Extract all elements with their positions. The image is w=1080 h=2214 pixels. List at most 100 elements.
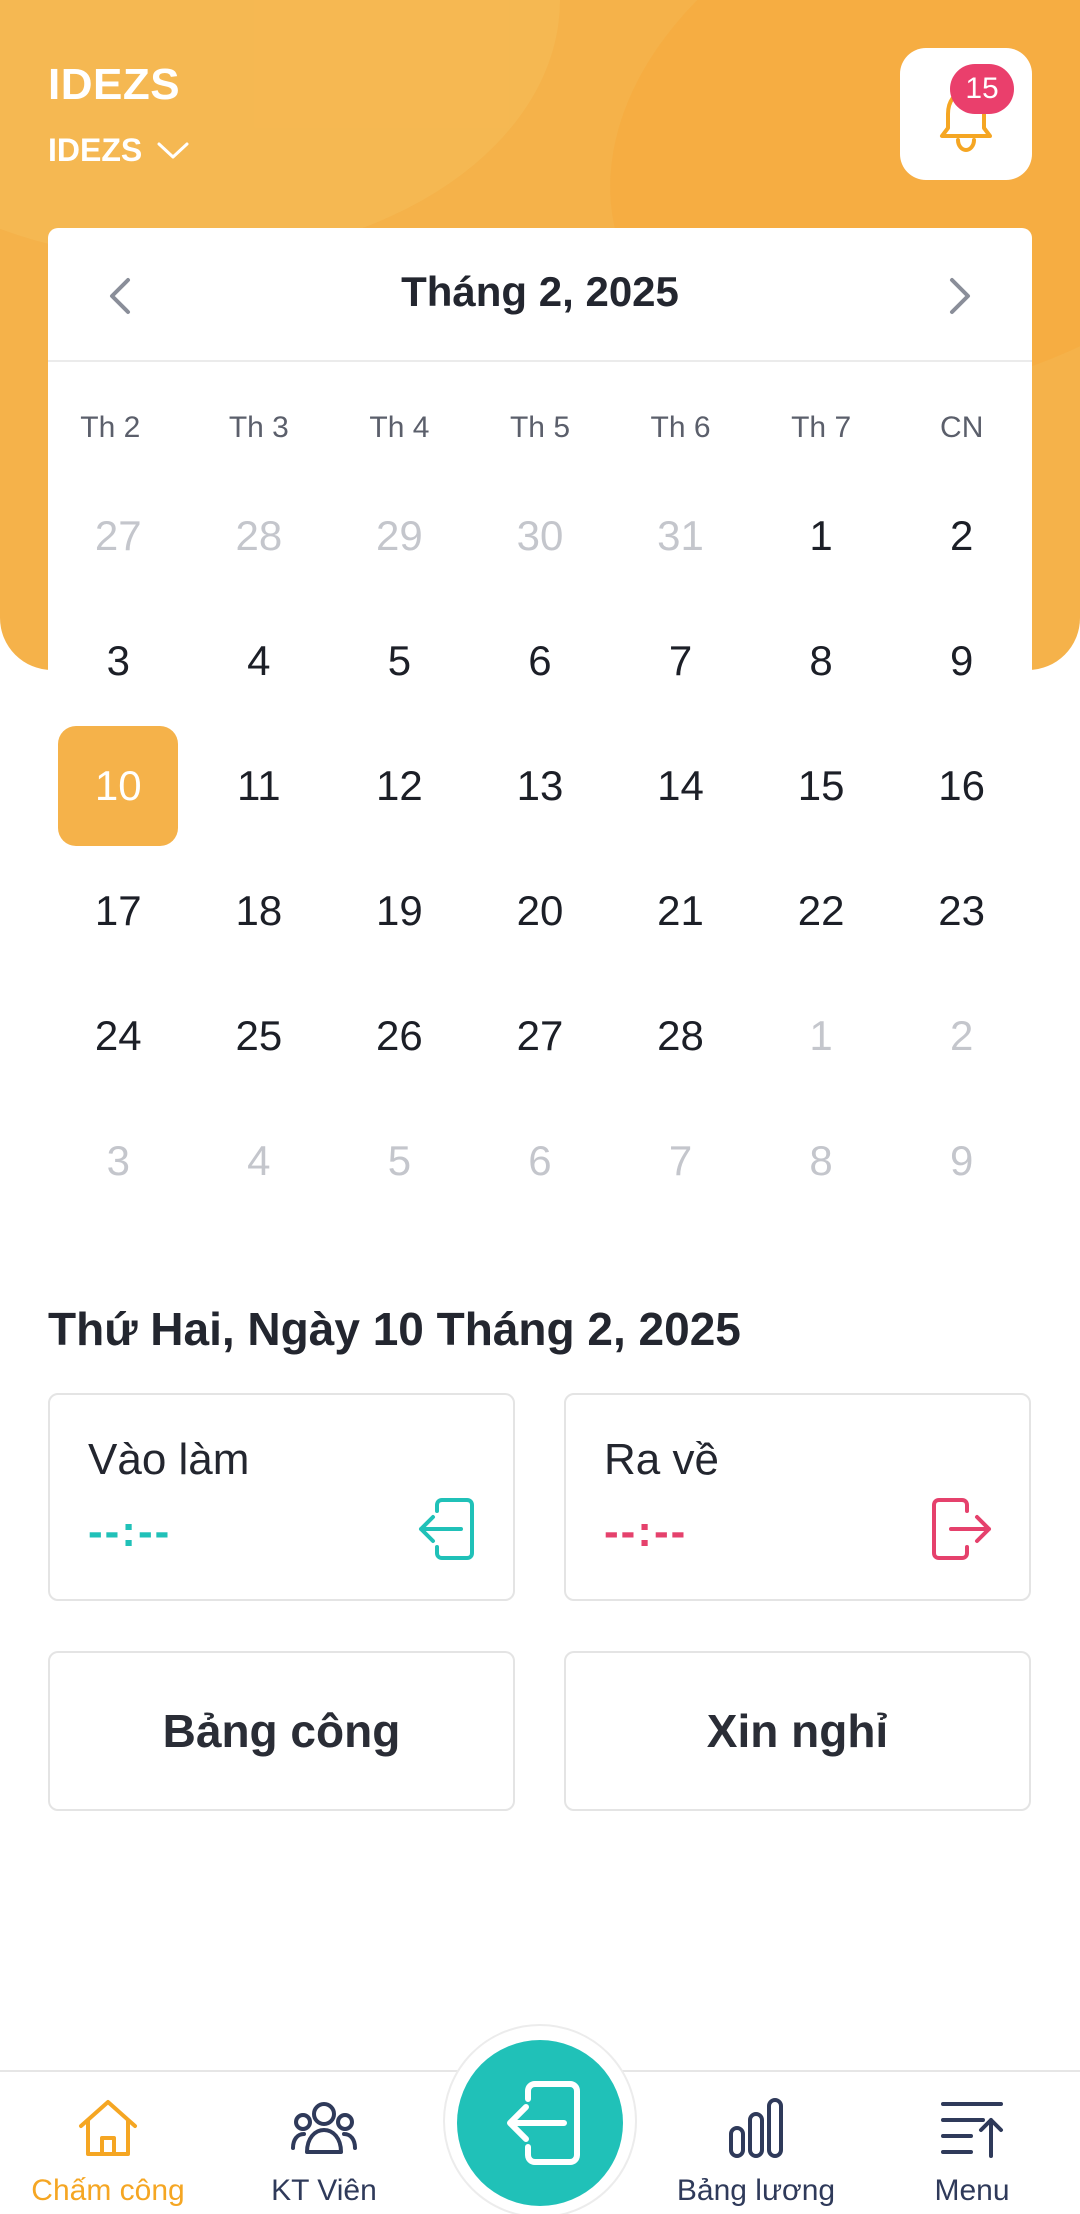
timesheet-button[interactable]: Bảng công <box>48 1651 515 1811</box>
weekday-label: Th 5 <box>509 411 570 444</box>
calendar-day-number: 20 <box>516 886 564 934</box>
check-in-label: Vào làm <box>88 1435 250 1484</box>
calendar-day-number: 6 <box>528 1136 552 1184</box>
next-month-button[interactable] <box>934 272 982 320</box>
nav-item-attendance[interactable]: Chấm công <box>8 2072 208 2214</box>
calendar-day-number: 31 <box>657 511 704 559</box>
calendar-day[interactable]: 3 <box>48 598 189 723</box>
menu-sort-icon <box>941 2102 1003 2158</box>
calendar-day[interactable]: 20 <box>470 848 611 973</box>
calendar-day-number: 21 <box>657 886 704 934</box>
calendar-day[interactable]: 14 <box>610 723 751 848</box>
calendar-day[interactable]: 4 <box>189 1098 330 1223</box>
nav-item-staff[interactable]: KT Viên <box>224 2072 424 2214</box>
weekday-label: Th 7 <box>791 411 852 444</box>
calendar-day[interactable]: 9 <box>891 1098 1032 1223</box>
quick-check-in-button[interactable] <box>457 2040 623 2206</box>
calendar-day[interactable]: 6 <box>470 598 611 723</box>
calendar-day[interactable]: 3 <box>48 1098 189 1223</box>
notification-button[interactable]: 15 <box>900 48 1032 180</box>
calendar-day-number: 1 <box>809 1011 833 1059</box>
calendar-day[interactable]: 17 <box>48 848 189 973</box>
calendar-day[interactable]: 13 <box>470 723 611 848</box>
calendar-day-number: 1 <box>809 511 833 559</box>
calendar-days: 27 28 29 30 31 1 2 3 4 5 6 7 8 9 10 11 12 13 14 15 16 17 18 19 2… <box>48 473 1032 1223</box>
calendar-day[interactable]: 7 <box>610 598 751 723</box>
company-selector[interactable]: IDEZS <box>48 132 190 169</box>
calendar-day-number: 10 <box>58 725 179 846</box>
calendar-day[interactable]: 18 <box>189 848 330 973</box>
notification-badge: 15 <box>950 64 1014 114</box>
calendar-day[interactable]: 30 <box>470 473 611 598</box>
calendar-day-number: 9 <box>949 636 974 684</box>
login-icon <box>419 1498 474 1560</box>
calendar-day[interactable]: 8 <box>751 598 892 723</box>
chevron-down-icon <box>157 142 189 158</box>
calendar-day[interactable]: 25 <box>189 973 330 1098</box>
nav-label-staff: KT Viên <box>271 2174 377 2207</box>
calendar-day[interactable]: 2 <box>891 473 1032 598</box>
calendar-day[interactable]: 16 <box>891 723 1032 848</box>
calendar-day[interactable]: 11 <box>189 723 330 848</box>
calendar-day-number: 27 <box>516 1011 564 1059</box>
calendar-day[interactable]: 15 <box>751 723 892 848</box>
users-icon <box>291 2102 357 2154</box>
calendar-day-number: 29 <box>376 511 423 559</box>
leave-request-button[interactable]: Xin nghỉ <box>564 1651 1031 1811</box>
calendar-day-number: 7 <box>668 636 693 684</box>
calendar-day[interactable]: 4 <box>189 598 330 723</box>
check-out-label: Ra về <box>604 1435 719 1484</box>
calendar-day[interactable]: 8 <box>751 1098 892 1223</box>
calendar-day[interactable]: 1 <box>751 473 892 598</box>
selected-date-heading: Thứ Hai, Ngày 10 Tháng 2, 2025 <box>48 1303 741 1355</box>
nav-label-menu: Menu <box>934 2174 1010 2207</box>
weekday-label: Th 2 <box>80 411 141 444</box>
nav-item-salary[interactable]: Bảng lương <box>656 2072 856 2214</box>
calendar-day[interactable]: 1 <box>751 973 892 1098</box>
calendar-day-selected[interactable]: 10 <box>48 723 189 848</box>
check-in-card[interactable]: Vào làm --:-- <box>48 1393 515 1601</box>
calendar-day-number: 24 <box>94 1011 142 1059</box>
calendar-day[interactable]: 29 <box>329 473 470 598</box>
nav-item-menu[interactable]: Menu <box>872 2072 1072 2214</box>
calendar-day[interactable]: 7 <box>610 1098 751 1223</box>
calendar-day[interactable]: 22 <box>751 848 892 973</box>
calendar-day-number: 11 <box>237 761 281 809</box>
calendar-day[interactable]: 23 <box>891 848 1032 973</box>
calendar-day[interactable]: 21 <box>610 848 751 973</box>
calendar-day[interactable]: 19 <box>329 848 470 973</box>
calendar-day-number: 14 <box>657 761 704 809</box>
calendar-header: Tháng 2, 2025 <box>48 228 1032 362</box>
calendar-day[interactable]: 5 <box>329 1098 470 1223</box>
calendar-day[interactable]: 31 <box>610 473 751 598</box>
calendar-day[interactable]: 12 <box>329 723 470 848</box>
calendar-day-number: 4 <box>247 636 271 684</box>
calendar-day[interactable]: 27 <box>48 473 189 598</box>
calendar-day[interactable]: 24 <box>48 973 189 1098</box>
calendar-day[interactable]: 9 <box>891 598 1032 723</box>
calendar-day-number: 28 <box>235 511 283 559</box>
calendar-day[interactable]: 26 <box>329 973 470 1098</box>
calendar-day[interactable]: 5 <box>329 598 470 723</box>
check-out-time: --:-- <box>604 1507 688 1556</box>
calendar-day-number: 18 <box>235 886 283 934</box>
calendar-day-number: 16 <box>938 761 986 809</box>
calendar-day[interactable]: 2 <box>891 973 1032 1098</box>
calendar-day-number: 25 <box>235 1011 283 1059</box>
brand-title: IDEZS <box>48 60 181 109</box>
header-decoration <box>0 0 560 260</box>
logout-icon <box>932 1498 991 1560</box>
calendar-day[interactable]: 28 <box>189 473 330 598</box>
calendar-day-number: 27 <box>94 511 142 559</box>
calendar-day-number: 15 <box>797 761 845 809</box>
check-in-time: --:-- <box>88 1507 172 1556</box>
calendar-day-number: 28 <box>657 1011 704 1059</box>
calendar-day[interactable]: 6 <box>470 1098 611 1223</box>
calendar-day-number: 12 <box>376 761 423 809</box>
check-out-card[interactable]: Ra về --:-- <box>564 1393 1031 1601</box>
calendar-day[interactable]: 27 <box>470 973 611 1098</box>
calendar-day-number: 8 <box>809 1136 833 1184</box>
weekday-label: Th 4 <box>369 411 430 444</box>
calendar-day[interactable]: 28 <box>610 973 751 1098</box>
calendar-day-number: 23 <box>938 886 986 934</box>
